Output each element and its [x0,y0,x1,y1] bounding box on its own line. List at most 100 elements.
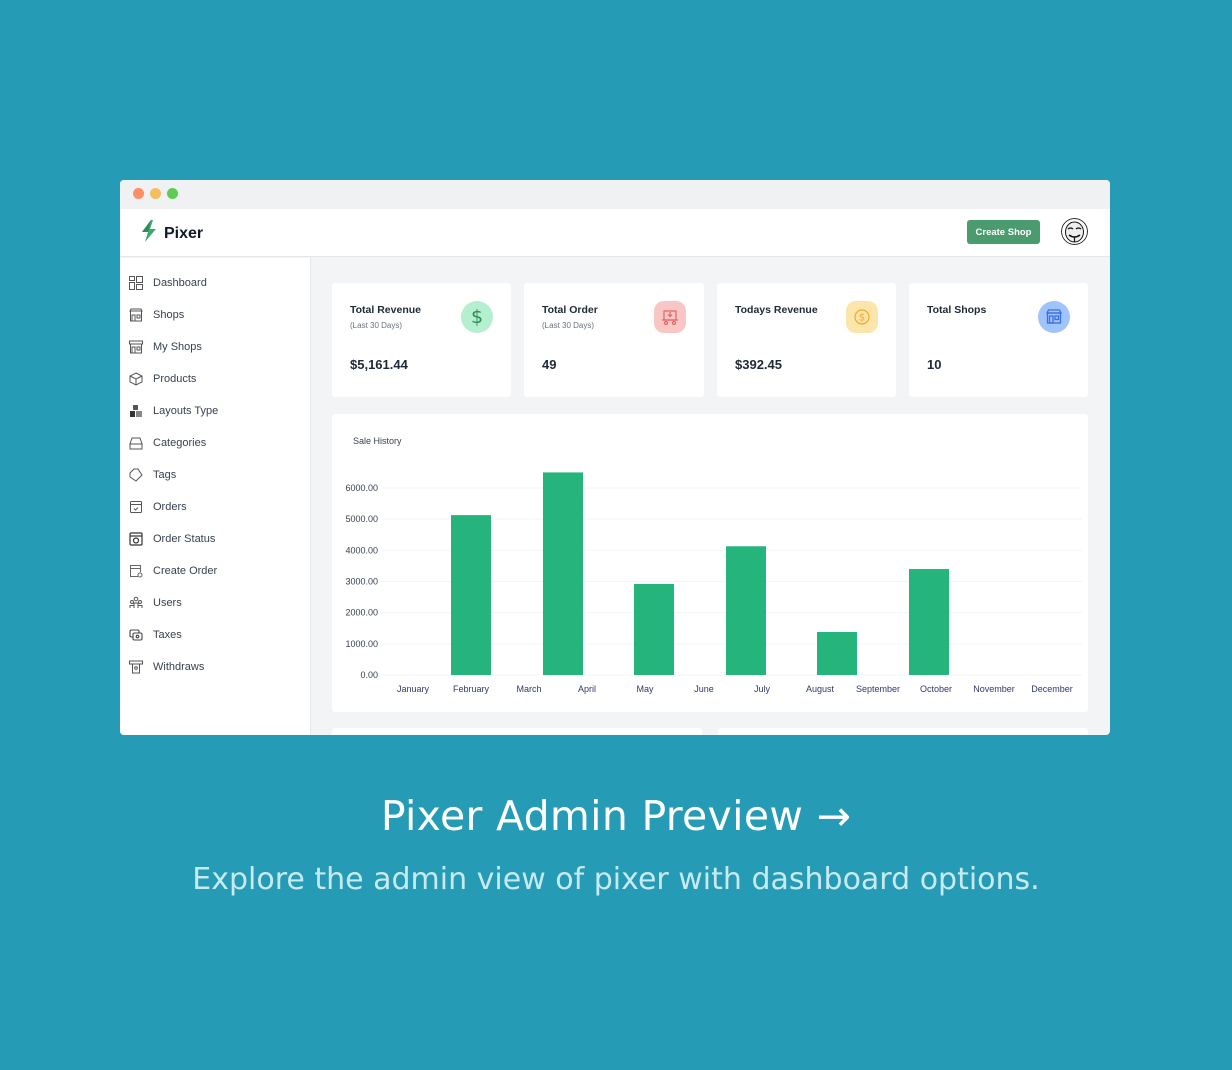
sidebar: Dashboard Shops My Shops Products Layout… [120,258,311,735]
x-tick-label: January [397,684,430,694]
app-name: Pixer [164,224,204,242]
sidebar-item-label: Products [153,373,197,385]
maximize-window-button[interactable] [167,188,178,199]
x-tick-label: July [754,684,771,694]
my-shops-icon [128,340,143,355]
y-tick-label: 3000.00 [345,577,378,587]
sidebar-item-categories[interactable]: Categories [128,433,206,453]
stat-title: Todays Revenue [735,304,818,316]
stat-value: 10 [927,357,942,372]
create-order-icon [128,564,143,579]
x-tick-label: February [453,684,490,694]
svg-text:$: $ [471,307,483,327]
sidebar-item-label: My Shops [153,341,202,353]
sidebar-item-taxes[interactable]: Taxes [128,625,182,645]
x-tick-label: April [578,684,596,694]
orders-icon [128,500,143,515]
taxes-icon [128,628,143,643]
tag-icon [128,468,143,483]
box-icon [128,372,143,387]
sidebar-item-label: Create Order [153,565,218,577]
lightning-icon [140,220,158,247]
bar-february[interactable] [451,515,491,675]
y-tick-label: 6000.00 [345,483,378,493]
stat-title: Total Revenue [350,304,421,316]
sidebar-item-products[interactable]: Products [128,369,196,389]
sidebar-item-label: Layouts Type [153,405,219,417]
bar-july[interactable] [726,546,766,675]
stat-card-todays-revenue: Todays Revenue $392.45 $ [717,283,896,397]
y-tick-label: 0.00 [360,670,378,680]
browser-window: Pixer Create Shop Dashboard Shops My Sho… [120,180,1110,735]
minimize-window-button[interactable] [150,188,161,199]
sidebar-item-order-status[interactable]: Order Status [128,529,215,549]
sidebar-item-withdraws[interactable]: Withdraws [128,657,204,677]
stat-value: $392.45 [735,357,782,372]
sidebar-item-label: Dashboard [153,277,207,289]
y-tick-label: 5000.00 [345,514,378,524]
bar-may[interactable] [634,583,674,675]
categories-icon [128,436,143,451]
avatar[interactable] [1061,218,1088,245]
store-icon [1038,301,1070,333]
x-tick-label: October [920,684,952,694]
subline: Explore the admin view of pixer with das… [192,862,1040,897]
y-tick-label: 4000.00 [345,545,378,555]
stat-card-total-order: Total Order (Last 30 Days) 49 [524,283,704,397]
bottom-card-right [718,728,1088,735]
title-bar [120,180,1110,209]
create-shop-button[interactable]: Create Shop [967,220,1040,244]
sidebar-item-tags[interactable]: Tags [128,465,176,485]
bar-october[interactable] [909,569,949,675]
x-tick-label: May [636,684,654,694]
shop-icon [128,308,143,323]
sidebar-item-label: Tags [153,469,177,481]
top-navbar: Pixer Create Shop [120,209,1110,257]
sidebar-item-label: Orders [153,501,187,513]
sidebar-item-create-order[interactable]: Create Order [128,561,217,581]
sale-history-card: Sale History 0.00 1000.00 2000.00 3000.00 40… [332,414,1088,712]
stat-card-total-revenue: Total Revenue (Last 30 Days) $5,161.44 $ [332,283,511,397]
x-tick-label: September [856,684,900,694]
users-icon [128,596,143,611]
sidebar-item-label: Order Status [153,533,216,545]
stat-value: $5,161.44 [350,357,408,372]
bottom-card-left [332,728,702,735]
bar-march[interactable] [543,472,583,675]
stat-title: Total Shops [927,304,987,316]
stat-value: 49 [542,357,557,372]
stat-subtitle: (Last 30 Days) [350,321,403,330]
dashboard-icon [128,276,143,291]
logo[interactable]: Pixer [140,220,203,247]
sidebar-item-orders[interactable]: Orders [128,497,187,517]
headline[interactable]: Pixer Admin Preview → [0,792,1232,840]
order-status-icon [128,532,143,547]
sidebar-item-label: Categories [153,437,207,449]
x-tick-label: June [694,684,714,694]
sidebar-item-label: Taxes [153,629,182,641]
y-tick-label: 2000.00 [345,608,378,618]
close-window-button[interactable] [133,188,144,199]
y-tick-label: 1000.00 [345,639,378,649]
sidebar-item-layouts-type[interactable]: Layouts Type [128,401,218,421]
bar-august[interactable] [817,631,857,675]
sale-history-chart: 0.00 1000.00 2000.00 3000.00 4000.00 5000.00 6… [345,472,1082,694]
stat-subtitle: (Last 30 Days) [542,321,595,330]
sidebar-item-users[interactable]: Users [128,593,182,613]
stat-card-total-shops: Total Shops 10 [909,283,1088,397]
sidebar-item-label: Users [153,597,182,609]
sidebar-item-my-shops[interactable]: My Shops [128,337,202,357]
x-tick-label: November [973,684,1015,694]
layouts-icon [128,404,143,419]
x-tick-label: August [806,684,835,694]
dollar-icon: $ [461,301,493,333]
x-tick-label: December [1031,684,1073,694]
sidebar-item-label: Withdraws [153,661,205,673]
x-tick-label: March [516,684,541,694]
coin-icon: $ [846,301,878,333]
svg-text:$: $ [859,313,865,324]
sidebar-item-shops[interactable]: Shops [128,305,184,325]
sidebar-item-dashboard[interactable]: Dashboard [128,273,207,293]
withdraws-icon [128,660,143,675]
cart-icon [654,301,686,333]
